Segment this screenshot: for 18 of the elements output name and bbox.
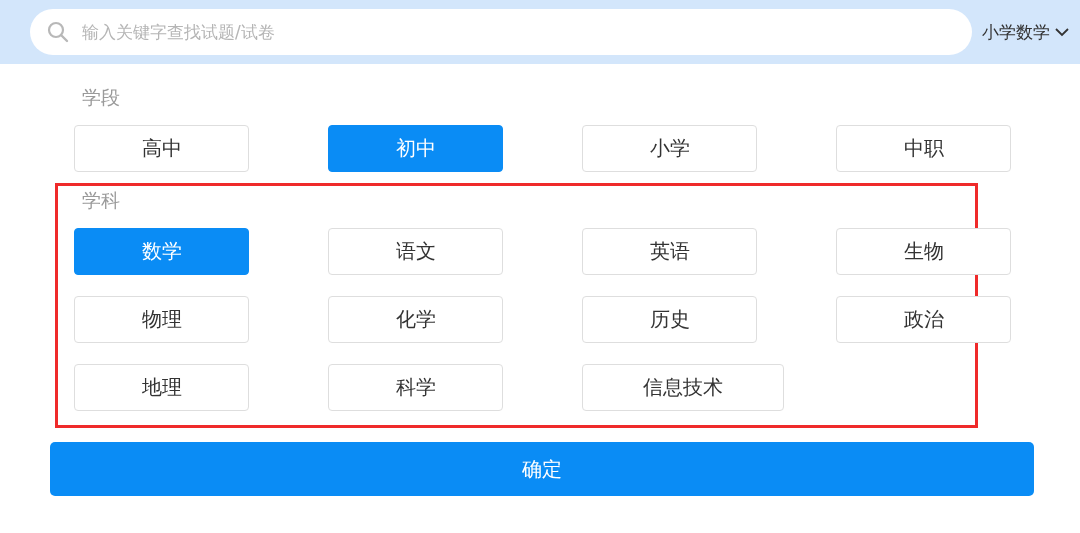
option-button[interactable]: 高中 — [74, 125, 249, 172]
subject-dropdown[interactable]: 小学数学 — [982, 20, 1070, 44]
option-button[interactable]: 英语 — [582, 228, 757, 275]
option-button[interactable]: 信息技术 — [582, 364, 784, 411]
option-button[interactable]: 地理 — [74, 364, 249, 411]
option-button[interactable]: 中职 — [836, 125, 1011, 172]
section-title: 学段 — [82, 85, 120, 110]
option-button[interactable]: 小学 — [582, 125, 757, 172]
section-title: 学科 — [82, 188, 120, 213]
option-button[interactable]: 物理 — [74, 296, 249, 343]
option-button[interactable]: 化学 — [328, 296, 503, 343]
option-button[interactable]: 语文 — [328, 228, 503, 275]
search-icon — [46, 20, 70, 44]
search-field[interactable]: 输入关键字查找试题/试卷 — [30, 9, 972, 55]
option-button[interactable]: 生物 — [836, 228, 1011, 275]
option-button[interactable]: 科学 — [328, 364, 503, 411]
option-button[interactable]: 历史 — [582, 296, 757, 343]
option-button[interactable]: 政治 — [836, 296, 1011, 343]
